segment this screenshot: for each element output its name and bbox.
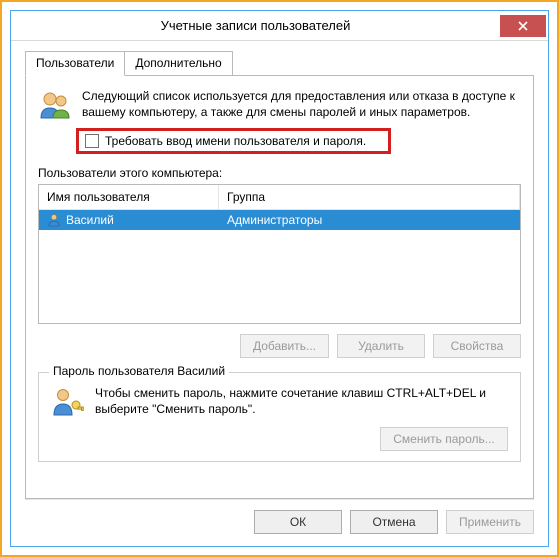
add-user-button[interactable]: Добавить... — [240, 334, 329, 358]
require-credentials-highlight: Требовать ввод имени пользователя и паро… — [76, 128, 391, 154]
close-button[interactable] — [500, 15, 546, 37]
password-button-row: Сменить пароль... — [51, 427, 508, 451]
close-icon — [518, 21, 528, 31]
remove-user-button[interactable]: Удалить — [337, 334, 425, 358]
client-area: Пользователи Дополнительно — [11, 41, 548, 546]
cell-group-text: Администраторы — [227, 213, 322, 227]
user-list-header: Имя пользователя Группа — [39, 185, 520, 210]
change-password-button-label: Сменить пароль... — [393, 432, 495, 446]
password-row: Чтобы сменить пароль, нажмите сочетание … — [51, 385, 508, 419]
password-text: Чтобы сменить пароль, нажмите сочетание … — [95, 385, 508, 417]
password-groupbox: Пароль пользователя Василий Чтобы см — [38, 372, 521, 462]
user-list-buttons: Добавить... Удалить Свойства — [38, 334, 521, 358]
ok-button[interactable]: ОК — [254, 510, 342, 534]
tab-advanced-label: Дополнительно — [135, 56, 221, 70]
column-header-group[interactable]: Группа — [219, 185, 520, 209]
tab-advanced[interactable]: Дополнительно — [124, 51, 232, 76]
column-header-username[interactable]: Имя пользователя — [39, 185, 219, 209]
tab-users-label: Пользователи — [36, 56, 114, 70]
apply-button[interactable]: Применить — [446, 510, 534, 534]
user-list-row[interactable]: Василий Администраторы — [39, 210, 520, 230]
require-credentials-checkbox[interactable] — [85, 134, 99, 148]
cell-username: Василий — [39, 210, 219, 230]
users-icon — [38, 88, 72, 122]
user-properties-button-label: Свойства — [451, 339, 504, 353]
window-title: Учетные записи пользователей — [11, 18, 500, 33]
ok-button-label: ОК — [290, 515, 306, 529]
dialog-window: Учетные записи пользователей Пользовател… — [10, 10, 549, 547]
titlebar: Учетные записи пользователей — [11, 11, 548, 41]
user-list-caption-text: Пользователи этого компьютера: — [38, 166, 222, 180]
cell-group: Администраторы — [219, 210, 520, 230]
change-password-button[interactable]: Сменить пароль... — [380, 427, 508, 451]
user-list-body: Василий Администраторы — [39, 210, 520, 323]
user-icon — [47, 213, 61, 227]
cell-username-text: Василий — [66, 213, 114, 227]
password-icon — [51, 385, 85, 419]
apply-button-label: Применить — [459, 515, 521, 529]
intro-text: Следующий список используется для предос… — [82, 88, 521, 122]
user-list-caption: Пользователи этого компьютера: — [38, 166, 521, 180]
tabstrip: Пользователи Дополнительно — [25, 51, 534, 76]
user-properties-button[interactable]: Свойства — [433, 334, 521, 358]
cancel-button[interactable]: Отмена — [350, 510, 438, 534]
screenshot-frame: Учетные записи пользователей Пользовател… — [0, 0, 559, 557]
dialog-buttons: ОК Отмена Применить — [25, 499, 534, 534]
add-user-button-label: Добавить... — [253, 339, 316, 353]
intro-row: Следующий список используется для предос… — [38, 88, 521, 122]
password-groupbox-title: Пароль пользователя Василий — [49, 364, 229, 378]
tab-users[interactable]: Пользователи — [25, 51, 125, 76]
require-credentials-label: Требовать ввод имени пользователя и паро… — [105, 134, 366, 148]
remove-user-button-label: Удалить — [358, 339, 404, 353]
cancel-button-label: Отмена — [372, 515, 415, 529]
user-list[interactable]: Имя пользователя Группа — [38, 184, 521, 324]
tab-panel-users: Следующий список используется для предос… — [25, 75, 534, 499]
